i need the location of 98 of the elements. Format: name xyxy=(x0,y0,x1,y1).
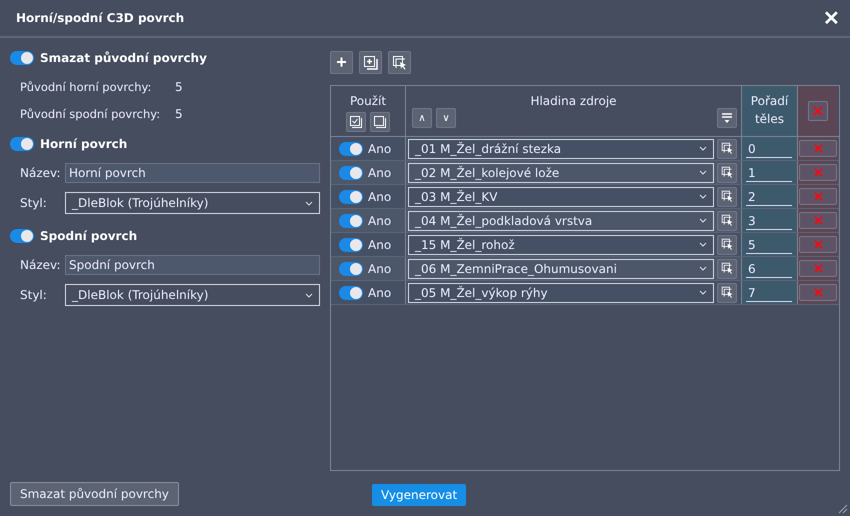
close-button[interactable]: ✕ xyxy=(823,6,840,30)
close-icon xyxy=(812,191,824,202)
order-field[interactable]: 7 xyxy=(742,281,797,304)
cursor-icon xyxy=(392,54,408,70)
field-label: Název: xyxy=(20,166,62,180)
chevron-icon xyxy=(699,290,707,295)
move-button[interactable]: ∨ xyxy=(436,108,456,128)
pick-layer-button[interactable] xyxy=(717,210,737,230)
field-label: Název: xyxy=(20,258,62,272)
toggle-label: Ano xyxy=(368,238,392,252)
toggle-switch[interactable] xyxy=(10,51,34,65)
toggle-switch[interactable] xyxy=(339,166,363,180)
toggle-switch[interactable] xyxy=(339,214,363,228)
layer-dropdown[interactable]: _15 M_Žel_rohož xyxy=(408,234,714,254)
style-dropdown[interactable]: _DleBlok (Trojúhelníky) xyxy=(65,192,320,214)
cursor-icon xyxy=(720,142,734,155)
name-field[interactable]: Spodní povrch xyxy=(65,255,320,275)
stat-value: 5 xyxy=(175,80,183,94)
close-icon xyxy=(812,105,824,117)
toggle-label: Ano xyxy=(368,286,392,300)
close-icon xyxy=(812,287,824,298)
toggle-switch[interactable] xyxy=(339,262,363,276)
layer-dropdown[interactable]: _06 M_ZemniPrace_Ohumusovani xyxy=(408,258,714,278)
column-header: Hladina zdroje xyxy=(530,94,617,108)
check-all-button[interactable] xyxy=(346,112,366,132)
add-layers-icon xyxy=(362,54,378,70)
layer-dropdown[interactable]: _02 M_Žel_kolejové lože xyxy=(408,162,714,182)
column-header: Pořadí těles xyxy=(750,93,790,128)
stat-label: Původní spodní povrchy: xyxy=(20,106,162,120)
filter-icon xyxy=(721,112,733,124)
pick-layer-button[interactable] xyxy=(717,258,737,278)
stat-label: Původní horní povrchy: xyxy=(20,80,152,94)
name-field[interactable]: Horní povrch xyxy=(65,163,320,183)
toggle-switch[interactable] xyxy=(10,137,34,151)
order-field[interactable]: 1 xyxy=(742,161,797,184)
cursor-icon xyxy=(720,262,734,275)
chevron-icon xyxy=(699,194,707,199)
close-icon xyxy=(812,239,824,250)
add-button[interactable]: + xyxy=(330,51,353,74)
resize-grip-icon[interactable] xyxy=(836,502,848,514)
chevron-icon xyxy=(699,266,707,271)
toggle-switch[interactable] xyxy=(339,286,363,300)
section-label: Spodní povrch xyxy=(40,229,138,243)
style-dropdown[interactable]: _DleBlok (Trojúhelníky) xyxy=(65,284,320,306)
chevron-icon xyxy=(699,242,707,247)
delete-surfaces-button[interactable]: Smazat původní povrchy xyxy=(10,482,179,506)
cursor-icon xyxy=(720,238,734,251)
close-icon xyxy=(812,215,824,226)
layer-dropdown[interactable]: _04 M_Žel_podkladová vrstva xyxy=(408,210,714,230)
order-field[interactable]: 5 xyxy=(742,233,797,256)
cursor-icon xyxy=(720,286,734,299)
cursor-icon xyxy=(720,214,734,227)
toggle-switch[interactable] xyxy=(10,229,34,243)
window-title: Horní/spodní C3D povrch xyxy=(16,11,184,25)
field-label: Styl: xyxy=(20,288,48,302)
stat-value: 5 xyxy=(175,106,183,120)
toggle-switch[interactable] xyxy=(339,142,363,156)
uncheck-all-button[interactable] xyxy=(370,112,390,132)
pick-layer-button[interactable] xyxy=(717,162,737,182)
cursor-icon xyxy=(720,166,734,179)
chevron-icon xyxy=(305,200,313,206)
move-button[interactable]: ∧ xyxy=(412,108,432,128)
column-header: Použít xyxy=(350,94,386,108)
toggle-switch[interactable] xyxy=(339,238,363,252)
section-label: Horní povrch xyxy=(40,137,128,151)
toggle-label: Ano xyxy=(368,142,392,156)
chevron-icon xyxy=(699,170,707,175)
order-field[interactable]: 2 xyxy=(742,185,797,208)
toggle-label: Ano xyxy=(368,190,392,204)
close-icon xyxy=(812,143,824,154)
toggle-switch[interactable] xyxy=(339,190,363,204)
field-label: Styl: xyxy=(20,196,48,210)
generate-button[interactable]: Vygenerovat xyxy=(372,484,466,506)
toggle-label: Ano xyxy=(368,166,392,180)
cursor-icon xyxy=(720,190,734,203)
chevron-icon xyxy=(305,292,313,298)
layer-dropdown[interactable]: _05 M_Žel_výkop rýhy xyxy=(408,282,714,302)
order-field[interactable]: 6 xyxy=(742,257,797,280)
pick-layer-button[interactable] xyxy=(717,282,737,302)
pick-layer-button[interactable] xyxy=(717,186,737,206)
filter-button[interactable] xyxy=(717,108,737,128)
select-layers-button[interactable] xyxy=(388,51,411,74)
layer-dropdown[interactable]: _01 M_Žel_drážní stezka xyxy=(408,138,714,158)
toggle-label: Ano xyxy=(368,214,392,228)
toggle-label: Ano xyxy=(368,262,392,276)
chevron-icon xyxy=(699,218,707,223)
checkbox-icon xyxy=(350,116,362,128)
order-field[interactable]: 0 xyxy=(742,137,797,160)
pick-layer-button[interactable] xyxy=(717,234,737,254)
square-icon xyxy=(374,116,386,128)
order-field[interactable]: 3 xyxy=(742,209,797,232)
chevron-icon xyxy=(699,146,707,151)
layer-dropdown[interactable]: _03 M_Žel_KV xyxy=(408,186,714,206)
close-icon xyxy=(812,263,824,274)
pick-layer-button[interactable] xyxy=(717,138,737,158)
close-icon xyxy=(812,167,824,178)
add-layers-button[interactable] xyxy=(359,51,382,74)
section-label: Smazat původní povrchy xyxy=(40,51,207,65)
